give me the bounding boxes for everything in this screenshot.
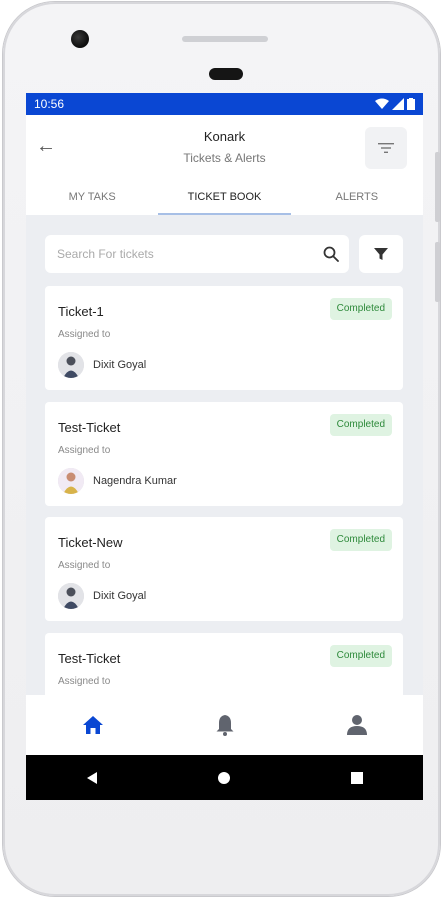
assigned-label: Assigned to bbox=[58, 676, 111, 687]
power-button bbox=[435, 242, 440, 302]
assignee-name: Nagendra Kumar bbox=[93, 475, 177, 487]
profile-icon[interactable] bbox=[346, 714, 368, 736]
ticket-title: Ticket-New bbox=[58, 535, 123, 550]
home-circle-icon[interactable] bbox=[217, 771, 231, 785]
status-badge: Completed bbox=[329, 298, 392, 320]
system-navigation-bar bbox=[26, 755, 423, 800]
tab-ticket-book[interactable]: TICKET BOOK bbox=[158, 185, 291, 215]
bell-icon[interactable] bbox=[215, 714, 235, 736]
ticket-card[interactable]: Ticket-1 Completed Assigned to Dixit Goy… bbox=[45, 286, 403, 390]
assignee: Nagendra Kumar bbox=[58, 468, 177, 494]
assignee: Dixit Goyal bbox=[58, 352, 146, 378]
recents-square-icon[interactable] bbox=[350, 771, 364, 785]
tab-alerts[interactable]: ALERTS bbox=[291, 185, 423, 215]
assigned-label: Assigned to bbox=[58, 445, 111, 456]
page-title: Konark bbox=[203, 129, 246, 144]
status-bar: 10:56 bbox=[26, 93, 423, 115]
avatar bbox=[58, 583, 84, 609]
phone-frame: 10:56 ← Konark Tickets & Alerts MY TAKS … bbox=[3, 2, 440, 896]
app-header: ← Konark Tickets & Alerts MY TAKS TICKET… bbox=[26, 115, 423, 215]
battery-icon bbox=[407, 98, 415, 110]
earpiece bbox=[209, 68, 243, 80]
page-subtitle: Tickets & Alerts bbox=[183, 151, 266, 165]
status-badge: Completed bbox=[329, 529, 392, 551]
assigned-label: Assigned to bbox=[58, 329, 111, 340]
wifi-icon bbox=[375, 98, 389, 109]
avatar bbox=[58, 352, 84, 378]
home-icon[interactable] bbox=[82, 715, 104, 735]
status-time: 10:56 bbox=[34, 97, 65, 111]
status-badge: Completed bbox=[329, 645, 392, 667]
front-camera bbox=[71, 30, 89, 48]
search-input[interactable] bbox=[55, 246, 299, 262]
volume-button bbox=[435, 152, 440, 222]
status-icons bbox=[375, 98, 415, 110]
status-badge: Completed bbox=[329, 414, 392, 436]
signal-icon bbox=[392, 98, 404, 110]
sort-lines-icon bbox=[378, 143, 394, 153]
assignee-name: Dixit Goyal bbox=[93, 590, 147, 602]
ticket-title: Test-Ticket bbox=[58, 651, 121, 666]
ticket-title: Test-Ticket bbox=[58, 420, 121, 435]
ticket-card[interactable]: Ticket-New Completed Assigned to Dixit G… bbox=[45, 517, 403, 621]
bottom-nav bbox=[26, 695, 423, 755]
back-triangle-icon[interactable] bbox=[85, 771, 99, 785]
search-row bbox=[45, 235, 403, 275]
search-icon[interactable] bbox=[323, 246, 339, 262]
tab-bar: MY TAKS TICKET BOOK ALERTS bbox=[26, 185, 423, 215]
ticket-card[interactable]: Test-Ticket Completed Assigned to Nagend… bbox=[45, 402, 403, 506]
tab-my-taks[interactable]: MY TAKS bbox=[26, 185, 158, 215]
filter-button[interactable] bbox=[359, 235, 403, 273]
ticket-title: Ticket-1 bbox=[58, 304, 104, 319]
avatar bbox=[58, 468, 84, 494]
app-screen: 10:56 ← Konark Tickets & Alerts MY TAKS … bbox=[26, 93, 423, 800]
speaker-grille bbox=[182, 36, 268, 42]
sort-button[interactable] bbox=[365, 127, 407, 169]
funnel-icon bbox=[374, 248, 388, 260]
assignee: Dixit Goyal bbox=[58, 583, 146, 609]
search-box bbox=[45, 235, 349, 273]
assignee-name: Dixit Goyal bbox=[93, 359, 147, 371]
assigned-label: Assigned to bbox=[58, 560, 111, 571]
